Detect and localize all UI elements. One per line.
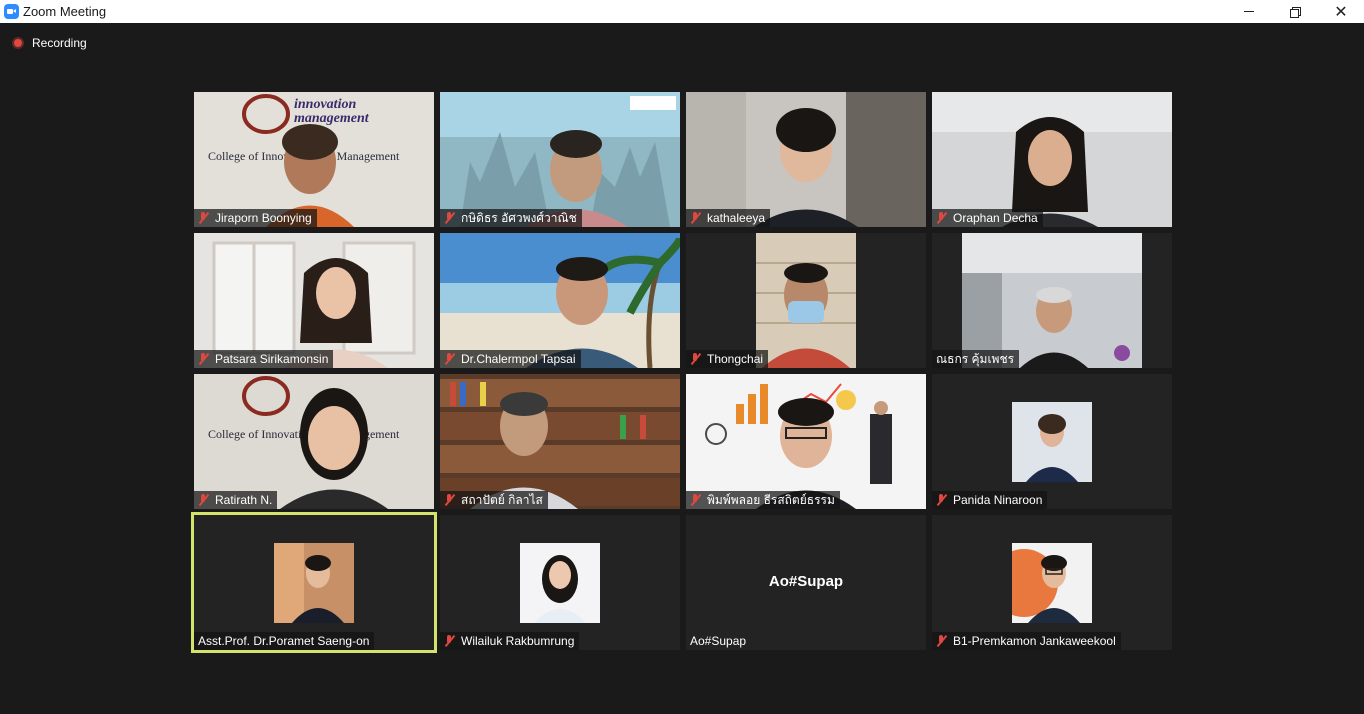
participant-name: สถาปัตย์ กิลาไส — [461, 492, 543, 507]
logo-text-line1: innovation — [294, 97, 356, 112]
participant-video — [440, 92, 680, 227]
participant-avatar — [274, 543, 354, 623]
participant-tile[interactable]: kathaleeya — [686, 92, 926, 227]
muted-microphone-icon — [444, 635, 455, 647]
restore-icon — [1290, 6, 1301, 18]
participant-tile[interactable]: Patsara Sirikamonsin — [194, 233, 434, 368]
recording-label: Recording — [32, 36, 87, 50]
participant-name-plate: Oraphan Decha — [932, 209, 1043, 227]
participant-avatar — [1012, 543, 1092, 623]
participant-name: Jiraporn Boonying — [215, 211, 312, 225]
muted-microphone-icon — [936, 494, 947, 506]
participant-video — [440, 374, 680, 509]
participant-video — [932, 92, 1172, 227]
participant-name-plate: พิมพ์พลอย ธีรสถิตย์ธรรม — [686, 491, 840, 509]
participant-tile[interactable]: Panida Ninaroon — [932, 374, 1172, 509]
participant-name: B1-Premkamon Jankaweekool — [953, 634, 1116, 648]
participant-tile[interactable]: Oraphan Decha — [932, 92, 1172, 227]
participant-tile[interactable]: พิมพ์พลอย ธีรสถิตย์ธรรม — [686, 374, 926, 509]
participant-tile[interactable]: innovation management College of Innovat… — [194, 92, 434, 227]
muted-microphone-icon — [936, 635, 947, 647]
participant-tile[interactable]: Thongchai — [686, 233, 926, 368]
participant-name: Panida Ninaroon — [953, 493, 1043, 507]
participant-video — [932, 233, 1172, 368]
participant-tile[interactable]: กษิดิธร อัศวพงศ์วาณิช — [440, 92, 680, 227]
window-title: Zoom Meeting — [23, 4, 107, 19]
participant-name: พิมพ์พลอย ธีรสถิตย์ธรรม — [707, 492, 835, 507]
recording-dot-icon — [12, 37, 24, 49]
participant-avatar — [1012, 402, 1092, 482]
close-button[interactable]: ✕ — [1318, 0, 1364, 23]
participant-video — [686, 233, 926, 368]
participant-name-plate: Wilailuk Rakbumrung — [440, 632, 580, 650]
participant-name: Ratirath N. — [215, 493, 273, 507]
participant-name: Wilailuk Rakbumrung — [461, 634, 575, 648]
participant-video — [686, 374, 926, 509]
muted-microphone-icon — [198, 353, 209, 365]
participant-avatar — [520, 543, 600, 623]
participant-name-plate: Ratirath N. — [194, 491, 278, 509]
participant-name-plate: Asst.Prof. Dr.Poramet Saeng-on — [194, 632, 375, 650]
muted-microphone-icon — [444, 494, 455, 506]
participant-name: Ao#Supap — [690, 634, 747, 648]
participant-name-plate: Thongchai — [686, 350, 769, 368]
close-icon: ✕ — [1334, 3, 1348, 21]
participant-name-plate: Ao#Supap — [686, 632, 751, 650]
participant-video: innovation management College of Innovat… — [194, 92, 434, 227]
participant-name-plate: Dr.Chalermpol Tapsai — [440, 350, 581, 368]
muted-microphone-icon — [690, 353, 701, 365]
muted-microphone-icon — [198, 212, 209, 224]
participant-tile-active-speaker[interactable]: Asst.Prof. Dr.Poramet Saeng-on — [191, 512, 437, 653]
restore-button[interactable] — [1272, 0, 1318, 23]
participant-video — [440, 233, 680, 368]
logo-text-line2: management — [294, 111, 370, 126]
muted-microphone-icon — [690, 494, 701, 506]
participant-name-plate: B1-Premkamon Jankaweekool — [932, 632, 1121, 650]
muted-microphone-icon — [198, 494, 209, 506]
participant-name: Oraphan Decha — [953, 211, 1038, 225]
participant-name: kathaleeya — [707, 211, 766, 225]
participant-name-plate: Jiraporn Boonying — [194, 209, 317, 227]
participant-name-plate: kathaleeya — [686, 209, 771, 227]
participant-video — [686, 92, 926, 227]
participant-tile[interactable]: Wilailuk Rakbumrung — [440, 515, 680, 650]
participant-tile[interactable]: ณธกร คุ้มเพชร — [932, 233, 1172, 368]
minimize-button[interactable] — [1226, 0, 1272, 23]
participant-tile[interactable]: สถาปัตย์ กิลาไส — [440, 374, 680, 509]
muted-microphone-icon — [690, 212, 701, 224]
participant-name: Asst.Prof. Dr.Poramet Saeng-on — [198, 634, 370, 648]
participant-name: ณธกร คุ้มเพชร — [936, 351, 1015, 366]
participant-name-plate: สถาปัตย์ กิลาไส — [440, 491, 548, 509]
participant-name-plate: กษิดิธร อัศวพงศ์วาณิช — [440, 209, 582, 227]
participant-tile[interactable]: Dr.Chalermpol Tapsai — [440, 233, 680, 368]
participant-name-plate: Panida Ninaroon — [932, 491, 1048, 509]
participant-name: Dr.Chalermpol Tapsai — [461, 352, 576, 366]
muted-microphone-icon — [444, 353, 455, 365]
participant-video — [194, 233, 434, 368]
participant-display-name: Ao#Supap — [768, 573, 844, 590]
participant-tile[interactable]: B1-Premkamon Jankaweekool — [932, 515, 1172, 650]
participant-video: College of Innovation and Management — [194, 374, 434, 509]
recording-indicator[interactable]: Recording — [12, 35, 87, 51]
participant-name: Patsara Sirikamonsin — [215, 352, 329, 366]
minimize-icon — [1244, 11, 1254, 12]
muted-microphone-icon — [444, 212, 455, 224]
participant-name-plate: Patsara Sirikamonsin — [194, 350, 334, 368]
participant-name: Thongchai — [707, 352, 764, 366]
participant-name-plate: ณธกร คุ้มเพชร — [932, 350, 1020, 368]
zoom-camera-icon — [4, 4, 19, 19]
window-titlebar: Zoom Meeting ✕ — [0, 0, 1364, 23]
participant-name: กษิดิธร อัศวพงศ์วาณิช — [461, 210, 577, 225]
participant-tile[interactable]: Ao#Supap Ao#Supap — [686, 515, 926, 650]
participant-tile[interactable]: College of Innovation and Management Rat… — [194, 374, 434, 509]
muted-microphone-icon — [936, 212, 947, 224]
